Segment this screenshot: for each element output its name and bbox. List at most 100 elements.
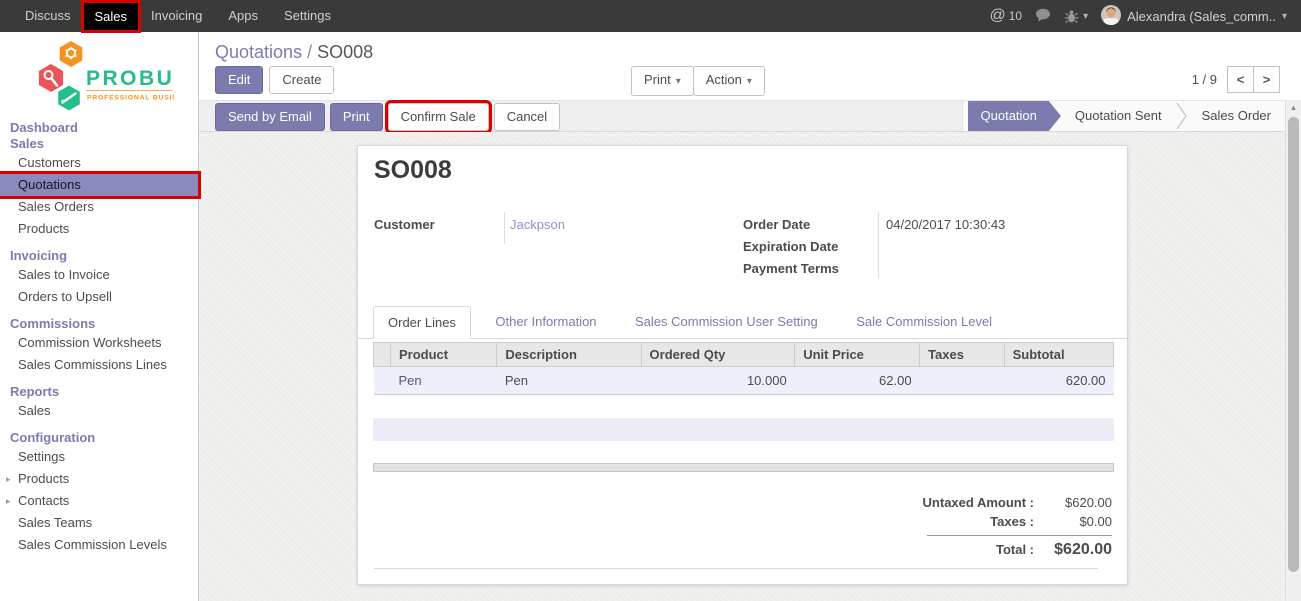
sidebar-item-products[interactable]: Products bbox=[0, 218, 198, 240]
action-dropdowns: Print▾ Action▾ bbox=[631, 66, 765, 96]
untaxed-amount-value: $620.00 bbox=[1050, 495, 1112, 510]
sidebar-header-commissions: Commissions bbox=[0, 316, 198, 332]
sidebar-item-customers[interactable]: Customers bbox=[0, 152, 198, 174]
sidebar-item-config-contacts[interactable]: ▸Contacts bbox=[0, 490, 198, 512]
sidebar-item-quotations[interactable]: Quotations bbox=[0, 174, 198, 196]
tab-sales-commission-user-setting[interactable]: Sales Commission User Setting bbox=[621, 306, 832, 339]
col-product[interactable]: Product bbox=[391, 343, 497, 367]
total-label: Total : bbox=[996, 542, 1034, 557]
create-button[interactable]: Create bbox=[269, 66, 334, 94]
breadcrumb-quotations-link[interactable]: Quotations bbox=[215, 42, 302, 62]
workflow-buttons: Send by Email Print Confirm Sale Cancel bbox=[215, 103, 560, 131]
table-row[interactable]: Pen Pen 10.000 62.00 620.00 bbox=[374, 367, 1114, 395]
horizontal-scrollbar[interactable] bbox=[373, 463, 1114, 472]
chevron-down-icon: ▾ bbox=[1282, 11, 1287, 22]
order-date-label: Order Date bbox=[743, 217, 810, 232]
print-button[interactable]: Print bbox=[330, 103, 383, 131]
table-header-row: Product Description Ordered Qty Unit Pri… bbox=[374, 343, 1114, 367]
col-subtotal[interactable]: Subtotal bbox=[1004, 343, 1113, 367]
order-lines-table: Product Description Ordered Qty Unit Pri… bbox=[373, 342, 1114, 395]
tab-sale-commission-level[interactable]: Sale Commission Level bbox=[842, 306, 1006, 339]
cell-unit-price: 62.00 bbox=[795, 367, 920, 395]
cell-taxes bbox=[920, 367, 1005, 395]
col-unit-price[interactable]: Unit Price bbox=[795, 343, 920, 367]
sidebar-item-reports-sales[interactable]: Sales bbox=[0, 400, 198, 422]
status-step-quotation-sent[interactable]: Quotation Sent bbox=[1061, 101, 1176, 131]
at-icon: @ bbox=[989, 7, 1005, 25]
debug-menu[interactable]: ▾ bbox=[1064, 9, 1088, 24]
status-step-sales-order[interactable]: Sales Order bbox=[1188, 101, 1285, 131]
top-nav-systray: @ 10 ▾ Alexandra (Sales_comm.. ▾ bbox=[989, 5, 1301, 28]
vertical-scrollbar[interactable]: ▲ bbox=[1285, 100, 1301, 601]
sidebar-root-dashboard[interactable]: Dashboard bbox=[0, 120, 198, 136]
expiration-date-label: Expiration Date bbox=[743, 239, 838, 254]
field-separator bbox=[504, 212, 505, 244]
chevron-separator-icon bbox=[1176, 101, 1188, 131]
sheet-bottom-divider bbox=[374, 568, 1098, 569]
col-description[interactable]: Description bbox=[497, 343, 641, 367]
sidebar-item-orders-to-upsell[interactable]: Orders to Upsell bbox=[0, 286, 198, 308]
action-dropdown[interactable]: Action▾ bbox=[693, 66, 765, 96]
sidebar-item-settings[interactable]: Settings bbox=[0, 446, 198, 468]
pager-previous-button[interactable]: < bbox=[1227, 66, 1254, 93]
col-ordered-qty[interactable]: Ordered Qty bbox=[641, 343, 795, 367]
chat-bubble-icon[interactable] bbox=[1035, 8, 1051, 25]
cell-ordered-qty: 10.000 bbox=[641, 367, 795, 395]
mention-counter[interactable]: @ 10 bbox=[989, 7, 1022, 25]
bug-icon bbox=[1064, 9, 1079, 24]
sidebar-item-config-products[interactable]: ▸Products bbox=[0, 468, 198, 490]
print-dropdown[interactable]: Print▾ bbox=[631, 66, 694, 96]
taxes-label: Taxes : bbox=[990, 514, 1034, 529]
customer-label: Customer bbox=[374, 217, 435, 232]
sidebar-header-reports: Reports bbox=[0, 384, 198, 400]
taxes-value: $0.00 bbox=[1050, 514, 1112, 529]
statusbar-strip: Send by Email Print Confirm Sale Cancel … bbox=[199, 100, 1285, 132]
user-menu[interactable]: Alexandra (Sales_comm.. ▾ bbox=[1101, 5, 1287, 28]
sidebar-item-commission-worksheets[interactable]: Commission Worksheets bbox=[0, 332, 198, 354]
expand-arrow-icon[interactable]: ▸ bbox=[6, 490, 11, 512]
nav-item-invoicing[interactable]: Invoicing bbox=[138, 0, 215, 32]
customer-value-link[interactable]: Jackpson bbox=[510, 217, 565, 232]
pager-counter: 1 / 9 bbox=[1192, 72, 1217, 87]
nav-item-sales[interactable]: Sales bbox=[84, 3, 139, 30]
expand-arrow-icon[interactable]: ▸ bbox=[6, 468, 11, 490]
nav-item-discuss[interactable]: Discuss bbox=[12, 0, 84, 32]
avatar bbox=[1101, 5, 1121, 28]
cell-product[interactable]: Pen bbox=[391, 367, 497, 395]
sidebar-item-sales-orders[interactable]: Sales Orders bbox=[0, 196, 198, 218]
scrollbar-thumb[interactable] bbox=[1288, 117, 1299, 572]
breadcrumb-separator: / bbox=[302, 42, 317, 62]
status-step-quotation[interactable]: Quotation bbox=[968, 101, 1061, 131]
send-by-email-button[interactable]: Send by Email bbox=[215, 103, 325, 131]
sidebar-root-sales[interactable]: Sales bbox=[0, 136, 198, 152]
control-panel: Quotations/SO008 Edit Create Print▾ Acti… bbox=[199, 32, 1301, 100]
svg-text:PROBUSE: PROBUSE bbox=[86, 67, 174, 90]
sidebar-header-configuration: Configuration bbox=[0, 430, 198, 446]
tab-other-information[interactable]: Other Information bbox=[481, 306, 610, 339]
edit-button[interactable]: Edit bbox=[215, 66, 263, 94]
gutter-header bbox=[374, 343, 391, 367]
form-sheet: SO008 Customer Jackpson Order Date Expir… bbox=[357, 145, 1128, 585]
user-name: Alexandra (Sales_comm.. bbox=[1127, 9, 1276, 24]
main-content: SO008 Customer Jackpson Order Date Expir… bbox=[199, 132, 1285, 601]
scroll-up-arrow-icon[interactable]: ▲ bbox=[1286, 100, 1301, 116]
sidebar-item-sales-commission-levels[interactable]: Sales Commission Levels bbox=[0, 534, 198, 556]
confirm-sale-button[interactable]: Confirm Sale bbox=[388, 103, 489, 131]
pager-next-button[interactable]: > bbox=[1253, 66, 1280, 93]
untaxed-amount-label: Untaxed Amount : bbox=[923, 495, 1034, 510]
tab-order-lines[interactable]: Order Lines bbox=[373, 306, 471, 339]
order-date-value: 04/20/2017 10:30:43 bbox=[886, 217, 1005, 232]
totals-block: Untaxed Amount : $620.00 Taxes : $0.00 T… bbox=[912, 493, 1112, 561]
sidebar-item-sales-to-invoice[interactable]: Sales to Invoice bbox=[0, 264, 198, 286]
sidebar-item-sales-commissions-lines[interactable]: Sales Commissions Lines bbox=[0, 354, 198, 376]
sidebar-item-sales-teams[interactable]: Sales Teams bbox=[0, 512, 198, 534]
status-pipeline: Quotation Quotation Sent Sales Order bbox=[962, 101, 1285, 131]
sidebar-menu: Dashboard Sales Customers Quotations Sal… bbox=[0, 112, 198, 556]
order-title: SO008 bbox=[374, 156, 452, 185]
total-value: $620.00 bbox=[1050, 541, 1112, 559]
nav-item-settings[interactable]: Settings bbox=[271, 0, 344, 32]
nav-item-apps[interactable]: Apps bbox=[215, 0, 271, 32]
col-taxes[interactable]: Taxes bbox=[920, 343, 1005, 367]
taxes-row: Taxes : $0.00 bbox=[912, 512, 1112, 531]
cancel-button[interactable]: Cancel bbox=[494, 103, 560, 131]
